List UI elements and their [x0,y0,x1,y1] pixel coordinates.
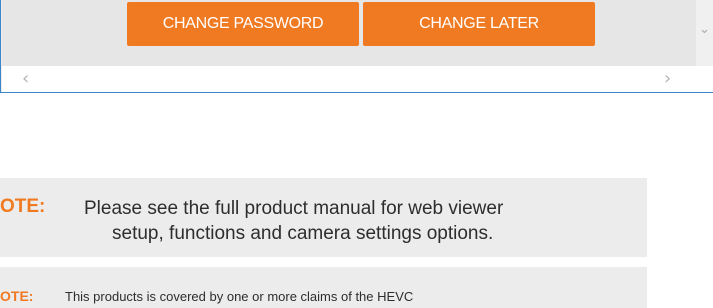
note-label: OTE: [0,196,46,217]
note-box-manual: OTE: Please see the full product manual … [0,178,647,257]
note-label: OTE: [0,288,34,304]
chevron-right-icon[interactable]: › [664,68,671,89]
note-text: This products is covered by one or more … [65,289,414,304]
vertical-scrollbar[interactable]: ⌄ [696,0,713,66]
change-password-button[interactable]: CHANGE PASSWORD [127,2,359,46]
chevron-down-icon[interactable]: ⌄ [699,22,710,37]
scrollbar-corner [696,66,713,92]
note-text-line-1: Please see the full product manual for w… [84,198,504,219]
embedded-web-viewer: CHANGE PASSWORD CHANGE LATER ⌄ ‹ › [0,0,713,93]
note-text-line-2: setup, functions and camera settings opt… [112,223,494,244]
password-prompt-area: CHANGE PASSWORD CHANGE LATER [2,0,697,66]
horizontal-scrollbar[interactable]: ‹ › [2,66,697,92]
change-later-button[interactable]: CHANGE LATER [363,2,595,46]
chevron-left-icon[interactable]: ‹ [22,68,29,89]
note-box-hevc: OTE: This products is covered by one or … [0,267,647,308]
note-text: Please see the full product manual for w… [84,196,624,246]
